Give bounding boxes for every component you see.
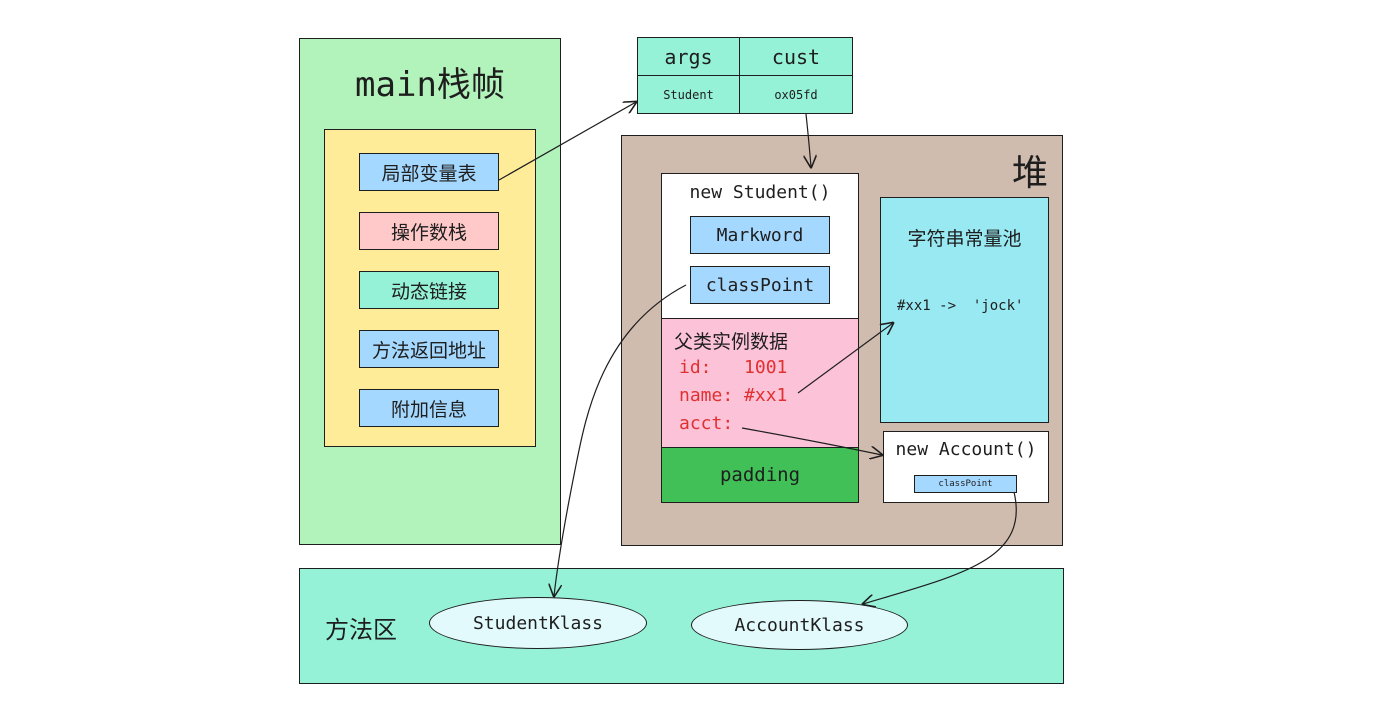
- reference-arrows: [498, 0, 1017, 710]
- arrow-classpoint-to-accountklass: [863, 491, 1017, 604]
- arrow-name-to-pool: [797, 323, 893, 394]
- arrow-acct-to-account: [741, 427, 882, 455]
- arrow-classpoint-to-studentklass: [554, 284, 687, 596]
- arrow-cust-to-student: [806, 113, 811, 167]
- arrow-locals-to-table: [498, 102, 636, 181]
